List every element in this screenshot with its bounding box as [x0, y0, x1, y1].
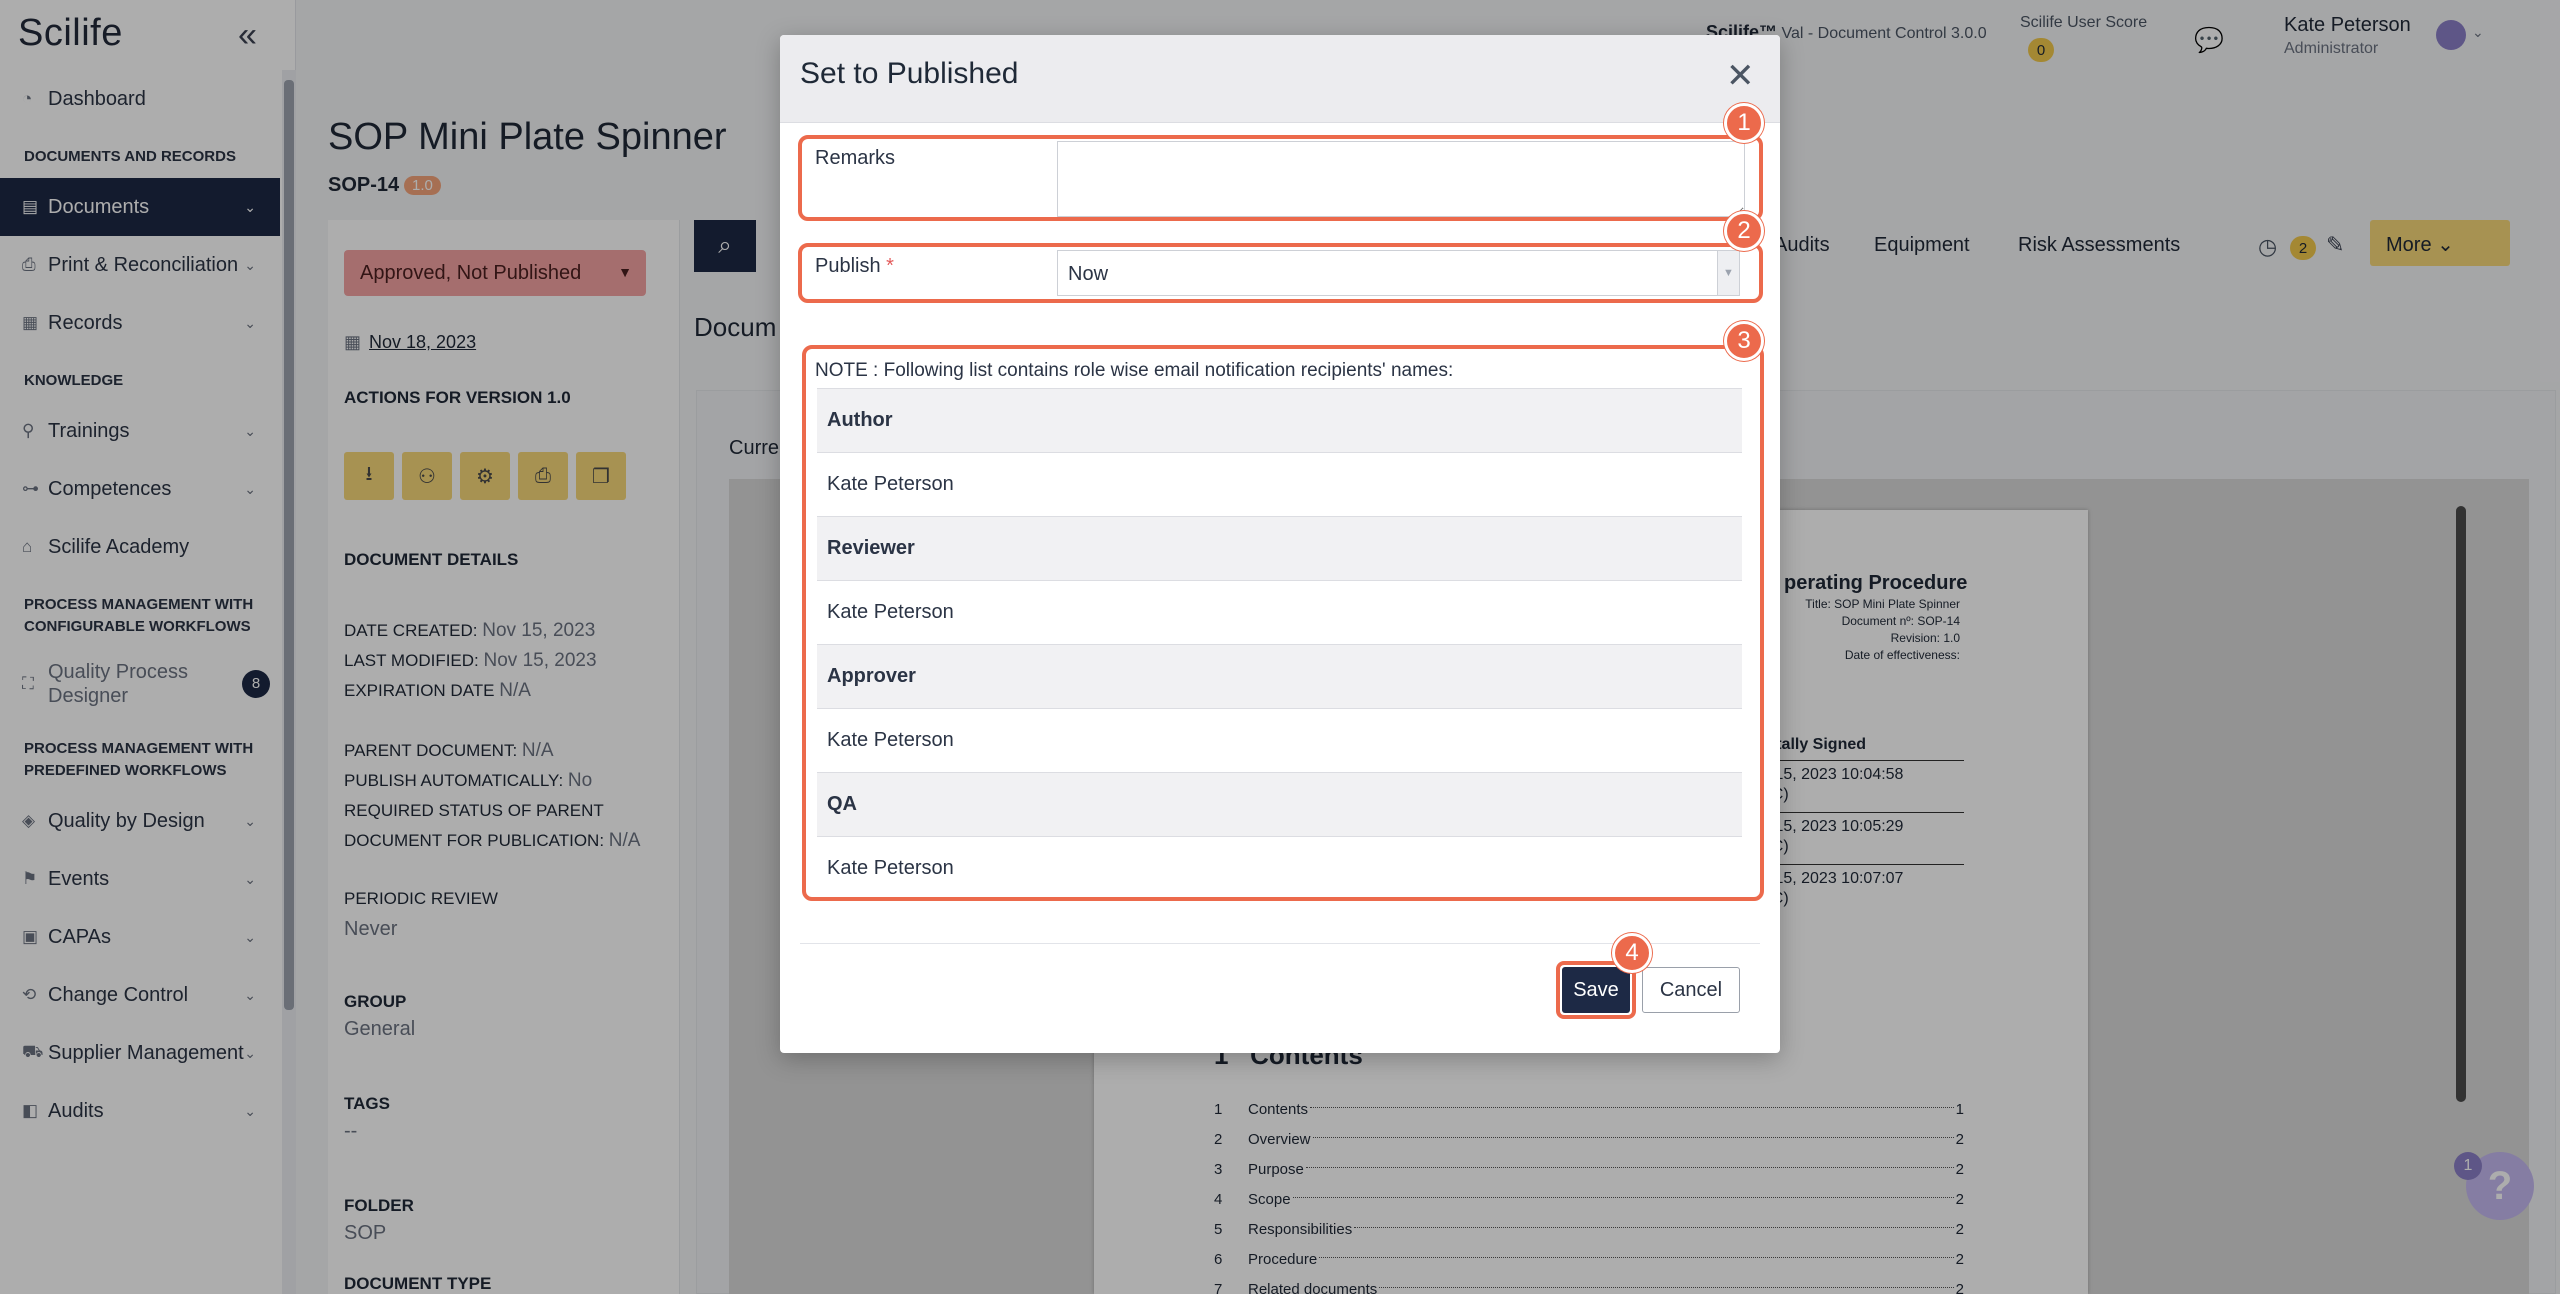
- recipient-role-row: Approver: [817, 644, 1742, 708]
- publish-label: Publish *: [815, 255, 894, 278]
- required-mark: *: [886, 255, 894, 277]
- recipient-role-row: Author: [817, 388, 1742, 452]
- remarks-textarea[interactable]: [1057, 141, 1745, 217]
- dialog-title: Set to Published: [800, 57, 1019, 90]
- step-marker-1: 1: [1724, 103, 1764, 143]
- publish-label-text: Publish: [815, 255, 881, 277]
- recipient-name-row: Kate Peterson: [817, 708, 1742, 772]
- save-button[interactable]: Save: [1562, 967, 1630, 1013]
- recipients-table: Author Kate Peterson Reviewer Kate Peterson…: [817, 388, 1742, 900]
- recipient-name-row: Kate Peterson: [817, 836, 1742, 900]
- select-arrow-icon[interactable]: ▼: [1717, 251, 1739, 295]
- recipients-note: NOTE : Following list contains role wise…: [815, 360, 1454, 381]
- recipient-name-row: Kate Peterson: [817, 580, 1742, 644]
- cancel-button[interactable]: Cancel: [1642, 967, 1740, 1013]
- remarks-label: Remarks: [815, 147, 896, 169]
- publish-select-value: Now: [1068, 263, 1109, 285]
- dialog-header: Set to Published ✕: [780, 35, 1780, 123]
- publish-select[interactable]: Now ▼: [1057, 250, 1740, 296]
- recipient-role-row: QA: [817, 772, 1742, 836]
- step-marker-2: 2: [1724, 211, 1764, 251]
- set-to-published-dialog: Set to Published ✕ Remarks 1 Publish * N…: [780, 35, 1780, 1053]
- recipient-role-row: Reviewer: [817, 516, 1742, 580]
- step-marker-3: 3: [1724, 321, 1764, 361]
- close-icon[interactable]: ✕: [1726, 59, 1755, 93]
- step-marker-4: 4: [1612, 933, 1652, 973]
- recipient-name-row: Kate Peterson: [817, 452, 1742, 516]
